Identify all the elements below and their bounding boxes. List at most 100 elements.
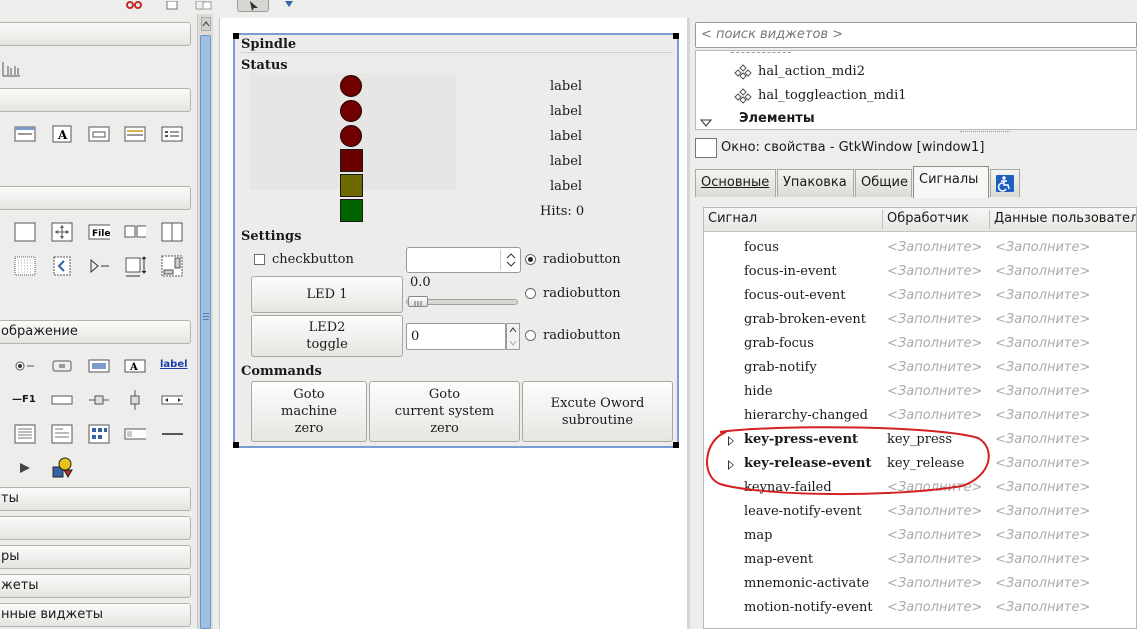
accel-label-icon[interactable]: A bbox=[124, 356, 146, 376]
tree-item-hal-toggleaction-mdi1[interactable]: hal_toggleaction_mdi1 bbox=[758, 88, 907, 103]
play-arrow-icon[interactable] bbox=[14, 458, 36, 478]
signal-row[interactable]: focus <Заполните> <Заполните> bbox=[704, 237, 1136, 261]
checkbutton-box[interactable] bbox=[254, 254, 265, 265]
signal-row[interactable]: grab-broken-event <Заполните> <Заполните> bbox=[704, 309, 1136, 333]
signal-row[interactable]: mnemonic-activate <Заполните> <Заполните> bbox=[704, 573, 1136, 597]
signal-row[interactable]: map <Заполните> <Заполните> bbox=[704, 525, 1136, 549]
viewport-icon[interactable] bbox=[124, 256, 146, 277]
font-dialog-icon[interactable] bbox=[161, 124, 183, 144]
signal-user-data[interactable]: <Заполните> bbox=[995, 312, 1090, 327]
signal-handler[interactable]: <Заполните> bbox=[887, 528, 982, 543]
signal-row[interactable]: motion-notify-event <Заполните> <Заполните… bbox=[704, 597, 1136, 621]
signal-user-data[interactable]: <Заполните> bbox=[995, 408, 1090, 423]
tree-group-elements[interactable]: Элементы bbox=[739, 111, 815, 126]
resize-handle-tr[interactable] bbox=[673, 33, 679, 39]
radio-indicator-icon[interactable] bbox=[14, 356, 36, 376]
signal-handler[interactable]: <Заполните> bbox=[887, 240, 982, 255]
tree-view-icon[interactable] bbox=[124, 424, 146, 444]
column-header-handler[interactable]: Обработчик bbox=[887, 211, 969, 226]
entry-widget-icon[interactable] bbox=[88, 356, 110, 376]
hscale-slider[interactable] bbox=[408, 296, 428, 307]
led1-button[interactable]: LED 1 bbox=[251, 276, 403, 313]
shapes-drawing-icon[interactable] bbox=[51, 457, 73, 479]
info-bar-icon[interactable] bbox=[51, 424, 73, 444]
signal-handler[interactable]: <Заполните> bbox=[887, 312, 982, 327]
palette-group-6[interactable] bbox=[0, 516, 191, 540]
copy-icon[interactable] bbox=[166, 0, 178, 10]
text-view-icon[interactable] bbox=[14, 424, 36, 444]
vscale-icon[interactable] bbox=[124, 390, 146, 410]
spin-arrows-icon[interactable] bbox=[506, 323, 520, 350]
fixed-container-icon[interactable] bbox=[51, 222, 73, 242]
button-box-icon[interactable] bbox=[124, 222, 146, 242]
palette-group-9[interactable]: нные виджеты bbox=[0, 603, 191, 627]
palette-group-1[interactable] bbox=[0, 22, 191, 46]
expander-open-icon[interactable] bbox=[699, 116, 713, 129]
paste-icon[interactable] bbox=[195, 0, 213, 10]
signal-handler[interactable]: <Заполните> bbox=[887, 360, 982, 375]
signal-user-data[interactable]: <Заполните> bbox=[995, 384, 1090, 399]
signal-row[interactable]: focus-out-event <Заполните> <Заполните> bbox=[704, 285, 1136, 309]
signal-user-data[interactable]: <Заполните> bbox=[995, 432, 1090, 447]
alignment-icon[interactable] bbox=[51, 256, 73, 276]
palette-group-8[interactable]: жеты bbox=[0, 574, 191, 598]
goto-machine-zero-button[interactable]: Goto machine zero bbox=[251, 381, 367, 442]
gtk-window-preview[interactable]: Spindle Status label label label label l… bbox=[233, 33, 679, 448]
signal-handler[interactable]: <Заполните> bbox=[887, 288, 982, 303]
separator-icon[interactable] bbox=[161, 424, 183, 444]
palette-group-5[interactable]: ты bbox=[0, 487, 191, 511]
radiobutton-2[interactable] bbox=[525, 288, 536, 299]
toolbar-widget-icon[interactable] bbox=[0, 58, 22, 78]
about-dialog-icon[interactable]: A bbox=[51, 124, 73, 144]
message-dialog-icon[interactable] bbox=[88, 124, 110, 144]
tab-accessibility[interactable] bbox=[990, 169, 1020, 197]
label-widget-icon[interactable]: label bbox=[160, 359, 188, 370]
tab-general[interactable]: Основные bbox=[695, 169, 776, 197]
dialog-widget-icon[interactable] bbox=[14, 124, 36, 144]
signal-row[interactable]: grab-focus <Заполните> <Заполните> bbox=[704, 333, 1136, 357]
signal-user-data[interactable]: <Заполните> bbox=[995, 456, 1090, 471]
select-pointer-button[interactable] bbox=[237, 0, 269, 12]
tab-packing[interactable]: Упаковка bbox=[777, 169, 854, 197]
resize-handle-br[interactable] bbox=[673, 442, 679, 448]
signal-handler[interactable]: <Заполните> bbox=[887, 600, 982, 615]
signal-user-data[interactable]: <Заполните> bbox=[995, 504, 1090, 519]
signal-user-data[interactable]: <Заполните> bbox=[995, 528, 1090, 543]
expander-icon[interactable] bbox=[88, 256, 110, 276]
signal-handler[interactable]: <Заполните> bbox=[887, 552, 982, 567]
signal-user-data[interactable]: <Заполните> bbox=[995, 360, 1090, 375]
palette-group-2[interactable] bbox=[0, 88, 191, 112]
led2-toggle-button[interactable]: LED2 toggle bbox=[251, 315, 403, 357]
signals-table[interactable]: Сигнал Обработчик Данные пользовател foc… bbox=[703, 207, 1137, 629]
spin-button-input[interactable]: 0 bbox=[406, 323, 506, 350]
signal-row[interactable]: leave-notify-event <Заполните> <Заполните> bbox=[704, 501, 1136, 525]
signal-handler[interactable]: <Заполните> bbox=[887, 264, 982, 279]
event-box-icon[interactable] bbox=[51, 356, 73, 376]
cut-icon[interactable] bbox=[125, 0, 143, 10]
resize-handle-bl[interactable] bbox=[233, 442, 239, 448]
signal-row[interactable]: focus-in-event <Заполните> <Заполните> bbox=[704, 261, 1136, 285]
signal-handler[interactable]: <Заполните> bbox=[887, 384, 982, 399]
file-button-icon[interactable]: File bbox=[88, 222, 110, 242]
tab-common[interactable]: Общие bbox=[855, 169, 912, 197]
signal-user-data[interactable]: <Заполните> bbox=[995, 576, 1090, 591]
widget-search-input[interactable]: < поиск виджетов > bbox=[695, 22, 1137, 48]
scrolled-window-icon[interactable] bbox=[161, 255, 183, 277]
signal-handler[interactable]: <Заполните> bbox=[887, 504, 982, 519]
column-header-signal[interactable]: Сигнал bbox=[708, 211, 757, 226]
column-header-user-data[interactable]: Данные пользовател bbox=[994, 211, 1136, 226]
layout-grid-icon[interactable] bbox=[14, 256, 36, 276]
signal-user-data[interactable]: <Заполните> bbox=[995, 264, 1090, 279]
signal-user-data[interactable]: <Заполните> bbox=[995, 288, 1090, 303]
hscale-icon[interactable] bbox=[88, 390, 110, 410]
file-chooser-dialog-icon[interactable] bbox=[124, 124, 146, 144]
signal-handler[interactable]: <Заполните> bbox=[887, 336, 982, 351]
signal-user-data[interactable]: <Заполните> bbox=[995, 240, 1090, 255]
progress-bar-icon[interactable] bbox=[51, 390, 73, 410]
signal-handler[interactable]: <Заполните> bbox=[887, 576, 982, 591]
tab-signals[interactable]: Сигналы bbox=[913, 166, 989, 198]
frame-container-icon[interactable] bbox=[14, 222, 36, 242]
signal-row[interactable]: grab-notify <Заполните> <Заполните> bbox=[704, 357, 1136, 381]
signal-user-data[interactable]: <Заполните> bbox=[995, 552, 1090, 567]
signal-row[interactable]: map-event <Заполните> <Заполните> bbox=[704, 549, 1136, 573]
